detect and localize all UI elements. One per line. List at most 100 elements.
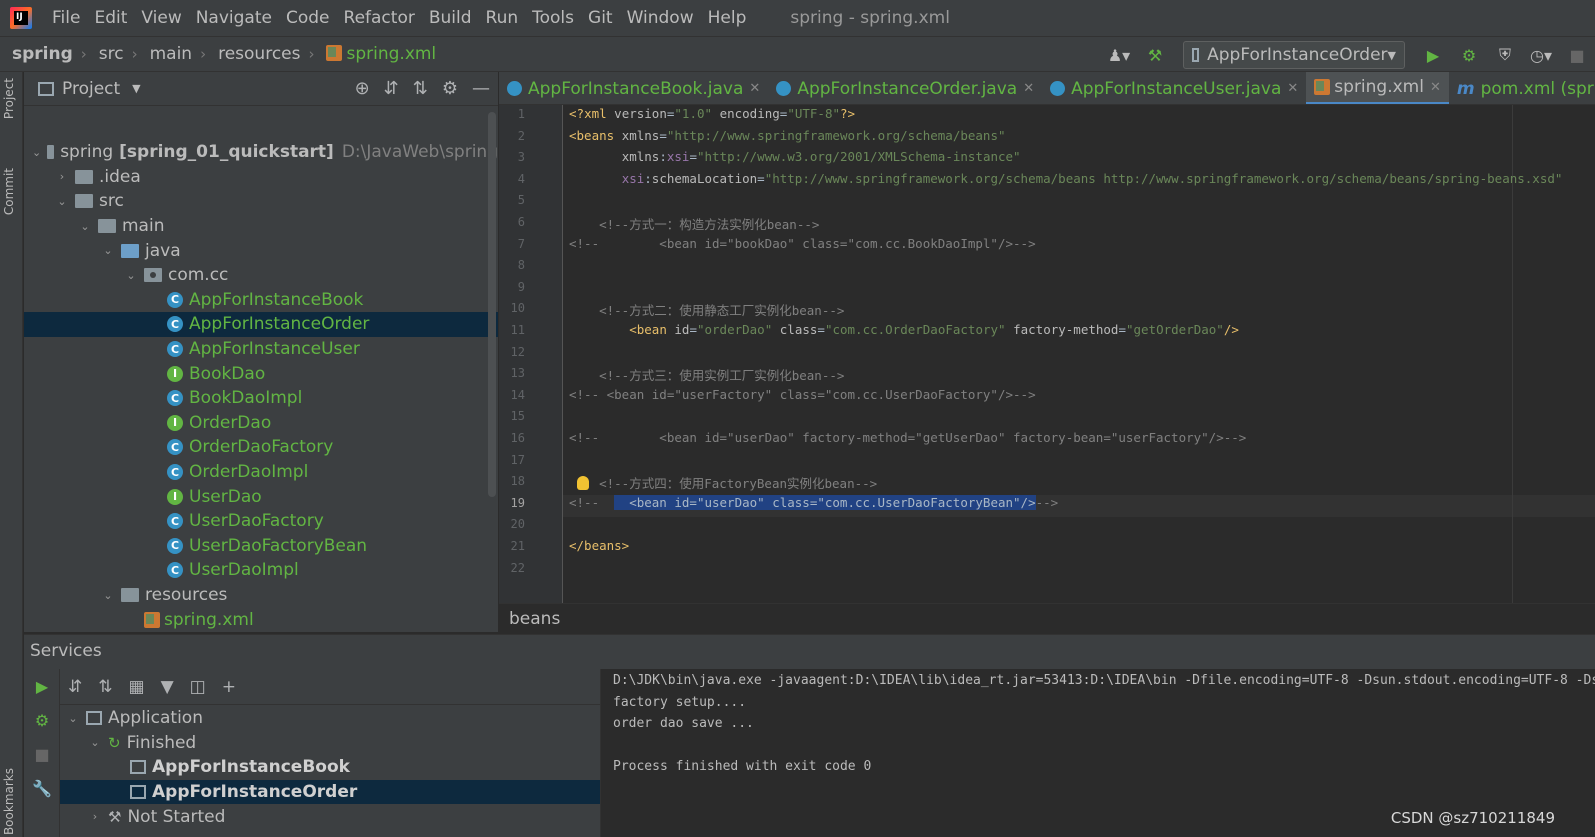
stop-icon[interactable]: ■ (33, 745, 51, 764)
tree-item[interactable]: I OrderDao (24, 411, 498, 436)
bookmarks-tool-tab[interactable]: Bookmarks (2, 768, 16, 835)
tree-item[interactable]: C AppForInstanceUser (24, 337, 498, 362)
close-icon[interactable]: ✕ (1430, 80, 1441, 95)
editor-tab[interactable]: spring.xml ✕ (1306, 72, 1449, 104)
tree-item[interactable]: C OrderDaoImpl (24, 460, 498, 485)
menu-tools[interactable]: Tools (532, 8, 574, 28)
code-editor[interactable]: 1 2 3 4 5 6 7 8 9 10 11 12 13 14 15 16 17 18 19 20 21 22 <?xm… (499, 105, 1595, 603)
chevron-down-icon[interactable]: ▼ (132, 82, 140, 95)
menu-view[interactable]: View (141, 8, 181, 28)
tree-item[interactable]: ⌄ java (24, 238, 498, 263)
tree-item[interactable]: C AppForInstanceOrder (24, 312, 498, 337)
run-icon[interactable]: ▶ (33, 677, 51, 696)
breadcrumb-item[interactable]: resources (206, 44, 300, 64)
project-tree-scrollbar[interactable] (488, 112, 496, 497)
tree-item-label: resources (145, 585, 228, 606)
tree-item[interactable]: C OrderDaoFactory (24, 435, 498, 460)
add-icon[interactable]: + (222, 677, 236, 697)
breadcrumb-item[interactable]: spring.xml (314, 44, 436, 64)
menu-help[interactable]: Help (708, 8, 747, 28)
tree-item-label: AppForInstanceUser (189, 339, 360, 360)
chevron-down-icon: ▼ (1387, 48, 1396, 62)
menu-file[interactable]: File (52, 8, 80, 28)
menu-code[interactable]: Code (286, 8, 330, 28)
chevron-down-icon[interactable]: ⌄ (88, 736, 102, 749)
tree-item[interactable]: ⌄ spring [spring_01_quickstart] D:\JavaWeb\… (24, 140, 498, 165)
tree-item[interactable]: C UserDaoFactory (24, 509, 498, 534)
user-icon[interactable]: ♟▾ (1107, 43, 1131, 67)
coverage-button[interactable]: ⛨ (1493, 43, 1517, 67)
collapse-all-icon[interactable]: ⇅ (98, 677, 112, 697)
chevron-down-icon[interactable]: ⌄ (101, 589, 115, 602)
editor-tab[interactable]: AppForInstanceOrder.java ✕ (768, 72, 1042, 104)
tree-item[interactable]: C BookDaoImpl (24, 386, 498, 411)
close-icon[interactable]: ✕ (1023, 81, 1034, 96)
new-tab-icon[interactable]: ◫ (190, 677, 206, 697)
service-item[interactable]: › ⚒ Not Started (60, 804, 600, 829)
menu-window[interactable]: Window (627, 8, 694, 28)
service-item[interactable]: ⌄ Application (60, 706, 600, 731)
menu-run[interactable]: Run (486, 8, 519, 28)
menu-navigate[interactable]: Navigate (196, 8, 272, 28)
menu-build[interactable]: Build (429, 8, 472, 28)
debug-icon[interactable]: ⚙ (33, 711, 51, 730)
hide-panel-icon[interactable]: — (472, 78, 490, 99)
close-icon[interactable]: ✕ (749, 81, 760, 96)
tree-item[interactable]: C UserDaoFactoryBean (24, 534, 498, 559)
group-by-icon[interactable]: ▦ (129, 677, 145, 697)
service-item[interactable]: AppForInstanceOrder (60, 779, 600, 805)
project-panel-title[interactable]: Project (62, 79, 120, 99)
project-tool-tab[interactable]: Project (2, 78, 16, 119)
wrench-icon: ⚒ (108, 807, 122, 826)
run-config-selector[interactable]: AppForInstanceOrder ▼ (1183, 41, 1405, 69)
editor-tab[interactable]: AppForInstanceUser.java ✕ (1042, 72, 1306, 104)
chevron-down-icon[interactable]: ⌄ (78, 220, 92, 233)
tree-item[interactable]: ⌄ resources (24, 583, 498, 608)
tree-item[interactable]: C UserDaoImpl (24, 558, 498, 583)
run-button[interactable]: ▶ (1421, 43, 1445, 67)
tree-item[interactable]: ⌄ com.cc (24, 263, 498, 288)
tree-item[interactable]: ⌄ src (24, 189, 498, 214)
collapse-all-icon[interactable]: ⇅ (413, 78, 428, 99)
commit-tool-tab[interactable]: Commit (2, 168, 16, 215)
breadcrumb-beans[interactable]: beans (509, 609, 560, 629)
tree-item[interactable]: C AppForInstanceBook (24, 288, 498, 313)
breadcrumb-item[interactable]: main (138, 44, 192, 64)
stop-button[interactable]: ■ (1565, 43, 1589, 67)
tree-item[interactable]: › .idea (24, 165, 498, 190)
service-item[interactable]: ⌄ ↻ Finished (60, 731, 600, 756)
breadcrumb-item[interactable]: spring (0, 44, 73, 64)
tree-item[interactable]: spring.xml (24, 607, 498, 632)
filter-icon[interactable]: ▼ (161, 677, 174, 697)
build-hammer-icon[interactable]: ⚒ (1143, 43, 1167, 67)
menu-edit[interactable]: Edit (94, 8, 127, 28)
locate-icon[interactable]: ⊕ (355, 78, 370, 99)
tree-item[interactable]: ⌄ main (24, 214, 498, 239)
package-icon (144, 268, 162, 283)
chevron-right-icon[interactable]: › (88, 810, 102, 823)
editor-tab[interactable]: mpom.xml (spring_01_qu (1449, 72, 1595, 104)
close-icon[interactable]: ✕ (1287, 81, 1298, 96)
code-token: --> (1035, 494, 1059, 510)
wrench-icon[interactable]: 🔧 (32, 779, 52, 798)
chevron-right-icon[interactable]: › (55, 170, 69, 183)
tree-item[interactable]: I BookDao (24, 361, 498, 386)
gear-icon[interactable]: ⚙ (442, 78, 458, 99)
tree-item[interactable]: I UserDao (24, 484, 498, 509)
chevron-down-icon[interactable]: ⌄ (124, 269, 138, 282)
chevron-down-icon[interactable]: ⌄ (32, 146, 41, 159)
chevron-down-icon[interactable]: ⌄ (55, 195, 69, 208)
line-number: 14 (510, 387, 525, 402)
chevron-down-icon[interactable]: ⌄ (66, 712, 80, 725)
chevron-down-icon[interactable]: ⌄ (101, 244, 115, 257)
breadcrumb-item[interactable]: src (87, 44, 124, 64)
editor-tab[interactable]: AppForInstanceBook.java ✕ (499, 72, 768, 104)
profile-button[interactable]: ◷▾ (1529, 43, 1553, 67)
service-item[interactable]: AppForInstanceBook (60, 755, 600, 780)
xml-file-icon (144, 611, 160, 628)
expand-all-icon[interactable]: ⇵ (68, 677, 82, 697)
menu-git[interactable]: Git (588, 8, 613, 28)
menu-refactor[interactable]: Refactor (344, 8, 415, 28)
debug-button[interactable]: ⚙ (1457, 43, 1481, 67)
expand-all-icon[interactable]: ⇵ (384, 78, 399, 99)
